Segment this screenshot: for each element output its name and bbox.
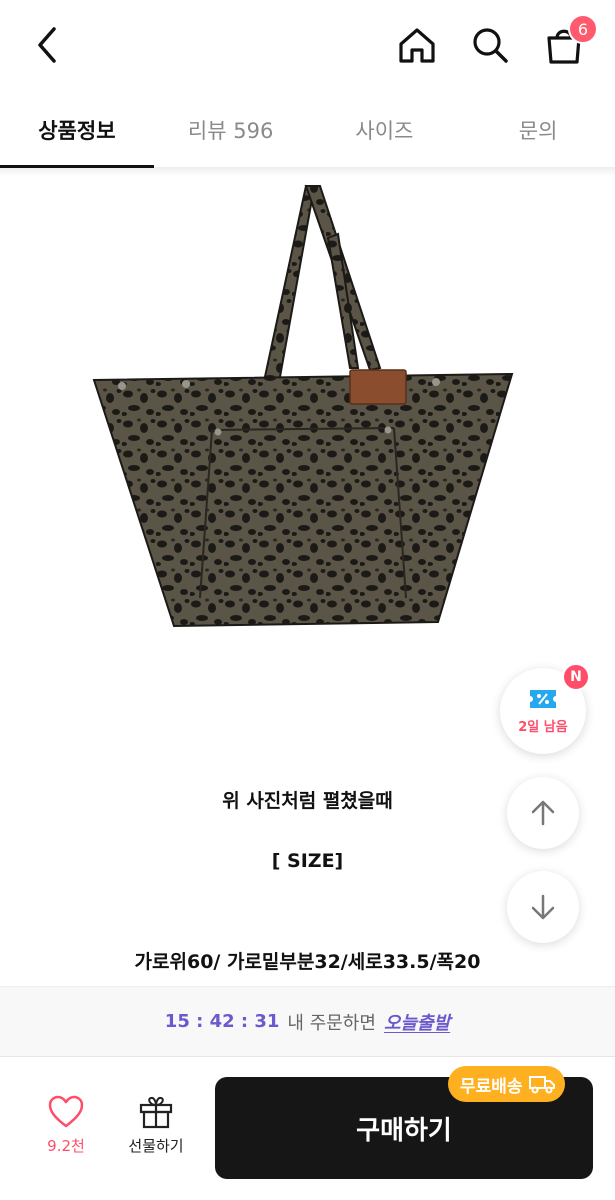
tab-reviews[interactable]: 리뷰 596 — [154, 92, 308, 167]
heart-icon — [48, 1095, 84, 1128]
product-tabs: 상품정보 리뷰 596 사이즈 문의 — [0, 92, 615, 168]
scroll-down-button[interactable] — [507, 871, 579, 943]
shipping-banner: 15 : 42 : 31 내 주문하면 오늘출발 — [0, 986, 615, 1056]
shipping-countdown: 15 : 42 : 31 — [164, 1011, 280, 1032]
description-line-1: 위 사진처럼 펼쳤을때 — [222, 790, 393, 812]
truck-icon — [528, 1076, 555, 1094]
coupon-days-left: 2일 남음 — [518, 719, 568, 735]
product-image-tote-bag — [92, 184, 514, 628]
today-dispatch-label: 오늘출발 — [383, 1012, 451, 1034]
description-size-heading: [ SIZE] — [271, 850, 344, 872]
tab-shadow — [0, 168, 615, 176]
new-badge: N — [562, 663, 590, 691]
tab-inquiry[interactable]: 문의 — [461, 92, 615, 167]
coupon-percent-icon — [530, 689, 556, 708]
tab-product-info[interactable]: 상품정보 — [0, 92, 154, 168]
home-button[interactable] — [392, 20, 442, 70]
gift-icon — [139, 1096, 173, 1129]
top-app-bar: 6 — [0, 0, 615, 90]
like-count: 9.2천 — [47, 1137, 85, 1155]
search-button[interactable] — [465, 20, 515, 70]
back-arrow-icon — [38, 27, 56, 63]
gift-label: 선물하기 — [128, 1137, 184, 1155]
home-icon — [399, 28, 435, 63]
shipping-text: 내 주문하면 — [287, 1012, 376, 1034]
description-size-values: 가로위60/ 가로밑부분32/세로33.5/폭20 — [134, 951, 481, 973]
gift-button[interactable]: 선물하기 — [118, 1095, 194, 1156]
free-shipping-label: 무료배송 — [460, 1076, 523, 1097]
back-button[interactable] — [22, 20, 72, 70]
search-icon — [473, 28, 508, 63]
tab-size[interactable]: 사이즈 — [308, 92, 462, 167]
free-shipping-badge: 무료배송 — [448, 1066, 565, 1102]
like-button[interactable]: 9.2천 — [28, 1095, 104, 1156]
arrow-down-icon — [531, 894, 555, 920]
cart-count-badge: 6 — [568, 14, 598, 44]
